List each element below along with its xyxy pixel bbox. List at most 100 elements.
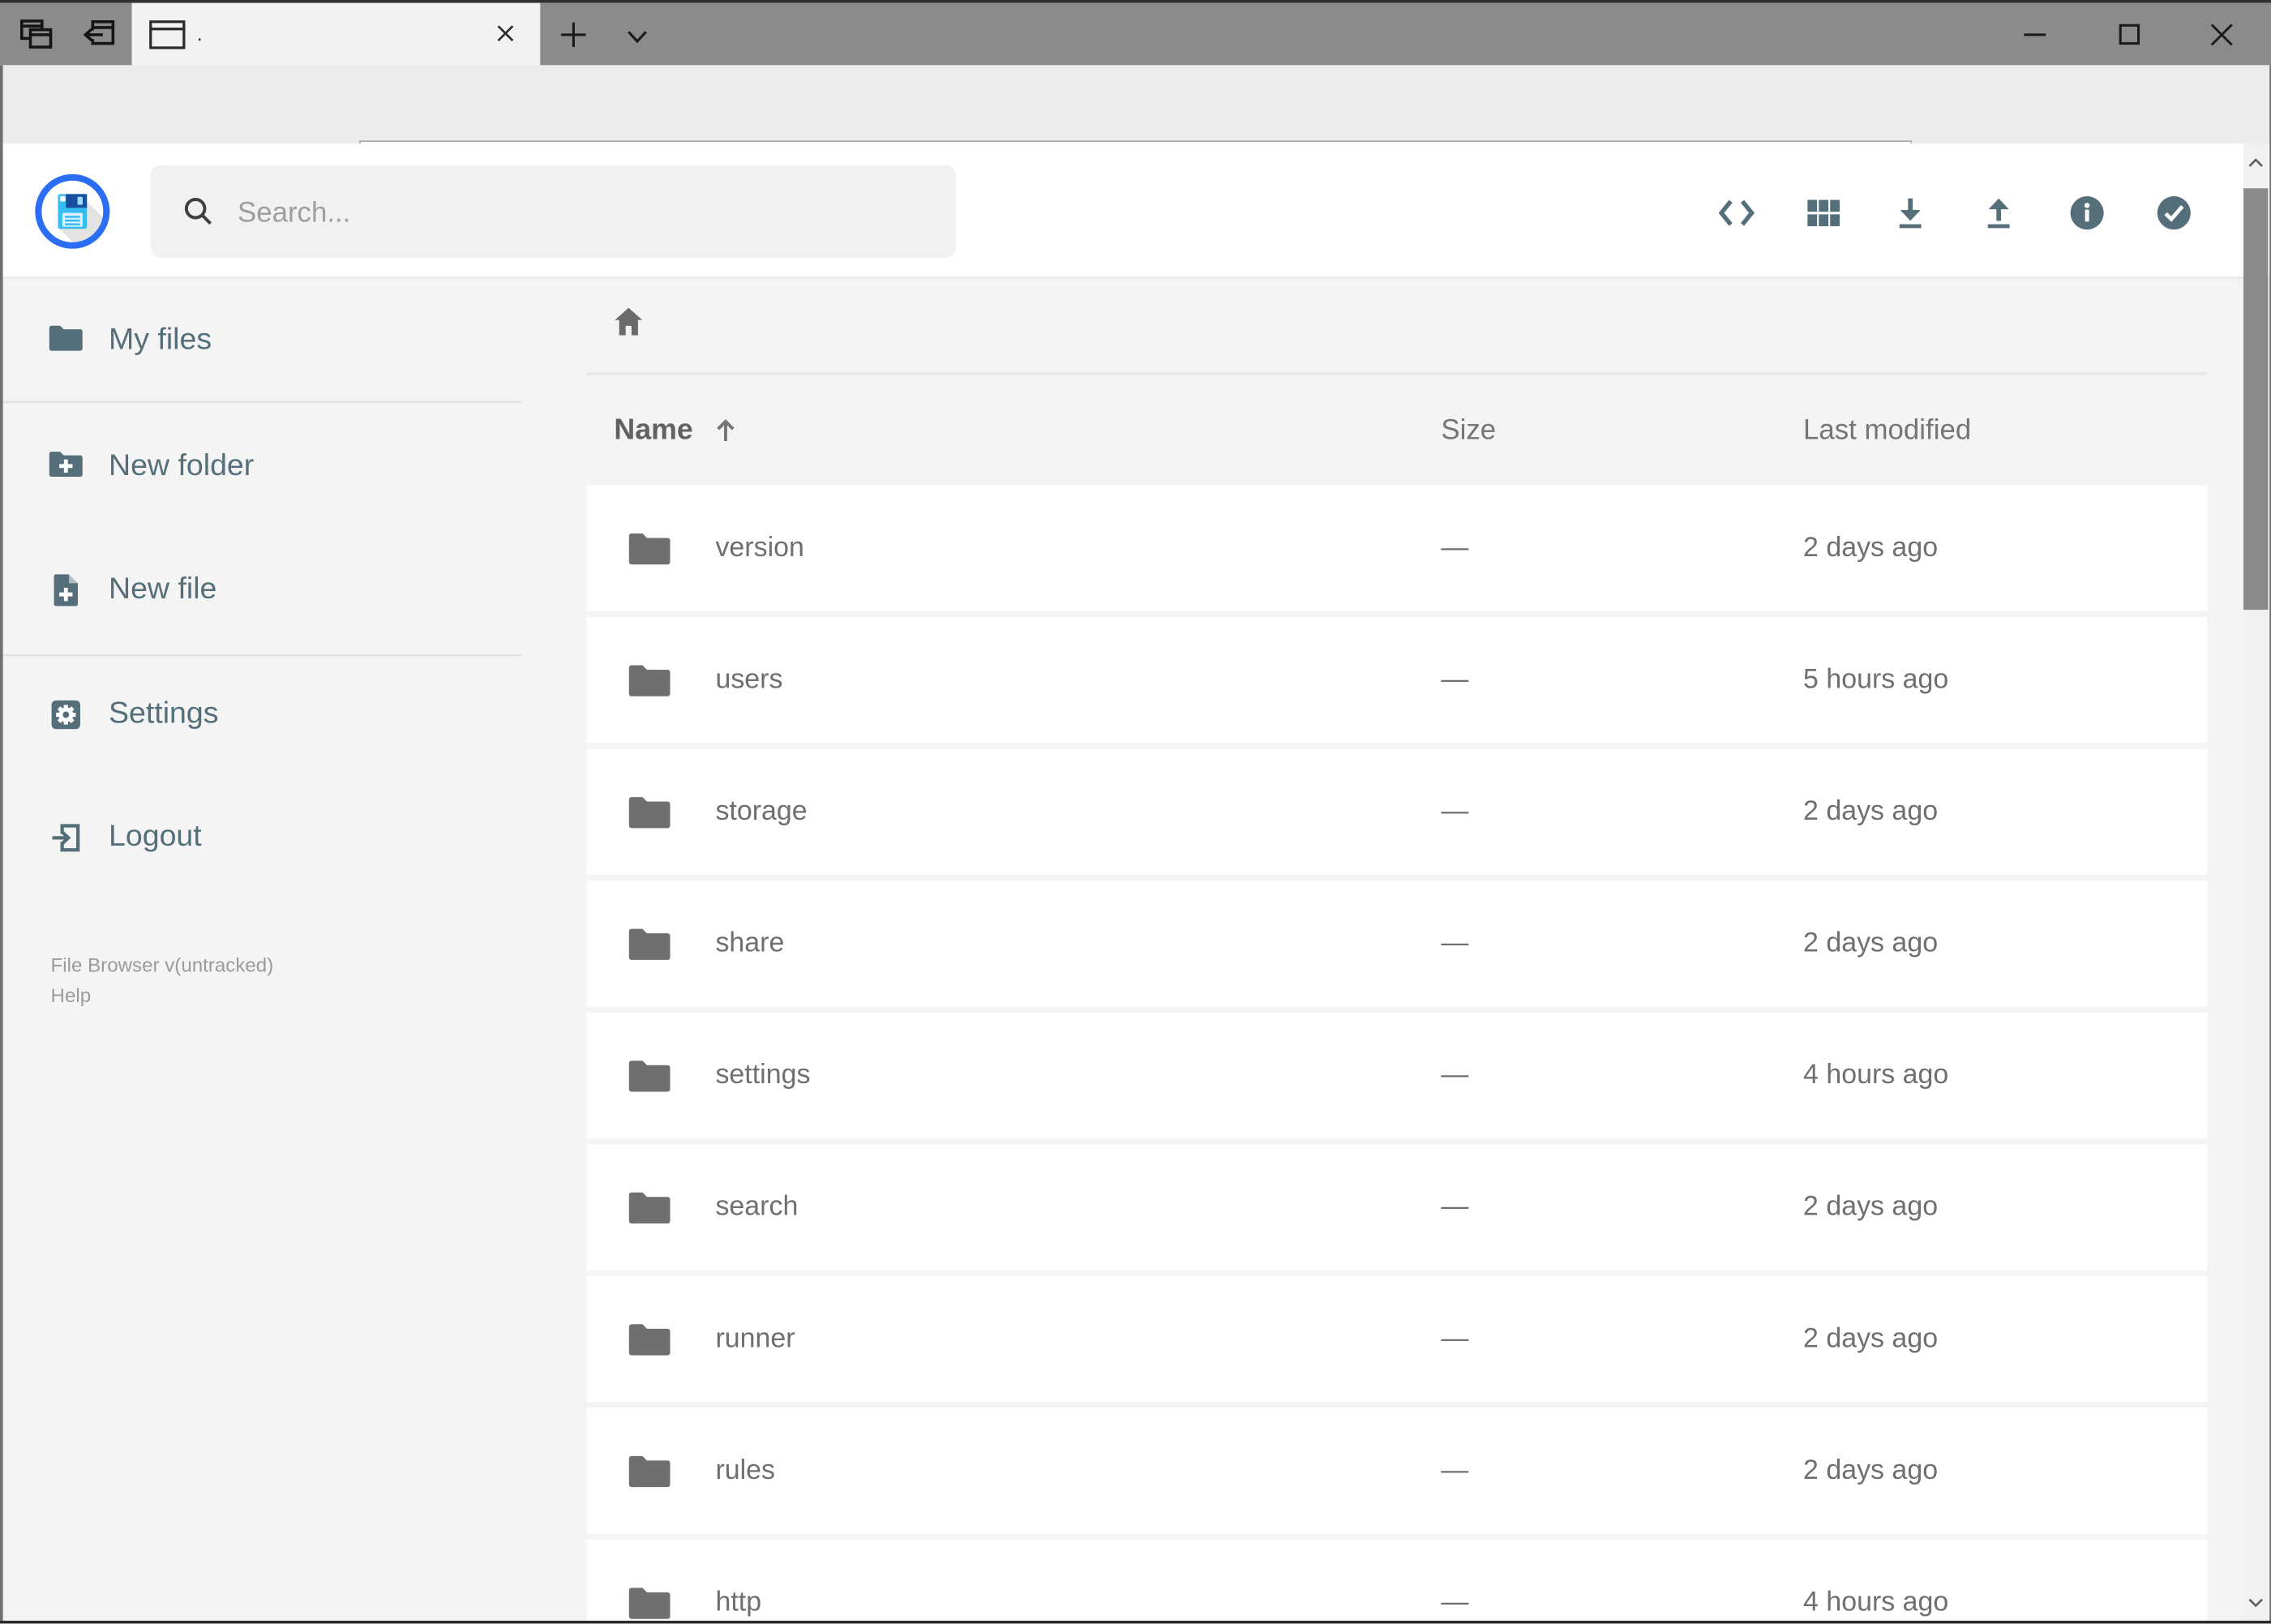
file-modified: 5 hours ago xyxy=(1803,664,1949,695)
tab-preview-icon[interactable] xyxy=(17,15,54,52)
sidebar-item-label: Logout xyxy=(108,820,202,854)
folder-icon xyxy=(627,1056,671,1094)
file-size: — xyxy=(1441,664,1469,695)
file-modified: 2 days ago xyxy=(1803,1191,1939,1222)
file-name: share xyxy=(715,928,785,958)
file-size: — xyxy=(1441,795,1469,827)
column-header-modified[interactable]: Last modified xyxy=(1803,413,1971,448)
minimize-icon[interactable] xyxy=(2020,22,2050,48)
window-left-border xyxy=(0,65,2,1621)
title-bar: . xyxy=(0,2,2271,66)
folder-icon xyxy=(627,793,671,830)
app-body: My files New folder New file Settings Lo… xyxy=(0,276,2271,1621)
browser-tab[interactable]: . xyxy=(131,2,541,66)
table-row[interactable]: storage — 2 days ago xyxy=(586,748,2208,875)
table-row[interactable]: share — 2 days ago xyxy=(586,881,2208,1007)
scrollbar-thumb[interactable] xyxy=(2243,188,2269,611)
file-name: storage xyxy=(715,795,808,827)
file-size: — xyxy=(1441,532,1469,563)
sidebar: My files New folder New file Settings Lo… xyxy=(0,276,586,1621)
table-row[interactable]: settings — 4 hours ago xyxy=(586,1012,2208,1139)
sidebar-item-new-folder[interactable]: New folder xyxy=(0,426,565,507)
file-name: rules xyxy=(715,1455,776,1485)
scroll-up-icon[interactable] xyxy=(2243,144,2268,181)
column-header-size[interactable]: Size xyxy=(1441,413,1496,448)
grid-view-icon[interactable] xyxy=(1794,184,1852,242)
file-size: — xyxy=(1441,1322,1469,1354)
sidebar-footer: File Browser v(untracked) Help xyxy=(51,952,274,1011)
file-modified: 2 days ago xyxy=(1803,928,1939,958)
folder-icon xyxy=(627,529,671,567)
new-file-icon xyxy=(48,572,84,608)
file-modified: 4 hours ago xyxy=(1803,1059,1949,1091)
sidebar-divider xyxy=(0,654,522,657)
folder-icon xyxy=(627,1452,671,1489)
search-bar[interactable] xyxy=(150,165,956,261)
page-scrollbar[interactable] xyxy=(2243,143,2269,1621)
folder-icon xyxy=(627,1189,671,1226)
code-view-icon[interactable] xyxy=(1708,184,1765,242)
breadcrumb-divider xyxy=(586,372,2208,375)
breadcrumb-home-icon[interactable] xyxy=(610,302,647,340)
search-input[interactable] xyxy=(234,165,936,261)
column-header-label: Name xyxy=(614,413,693,446)
file-name: runner xyxy=(715,1322,795,1354)
file-size: — xyxy=(1441,928,1469,958)
maximize-icon[interactable] xyxy=(2115,22,2144,48)
file-name: version xyxy=(715,532,804,563)
sidebar-item-settings[interactable]: Settings xyxy=(0,674,565,755)
file-modified: 2 days ago xyxy=(1803,1455,1939,1485)
folder-icon xyxy=(627,925,671,962)
window-bottom-border xyxy=(0,1620,2271,1624)
sidebar-item-label: Settings xyxy=(108,696,219,731)
table-row[interactable]: search — 2 days ago xyxy=(586,1144,2208,1270)
folder-icon xyxy=(627,1583,671,1621)
column-header-label: Size xyxy=(1441,413,1497,446)
new-tab-icon[interactable] xyxy=(559,20,589,49)
tab-title: . xyxy=(196,23,203,45)
sidebar-item-label: New folder xyxy=(108,448,255,482)
table-row[interactable]: http — 4 hours ago xyxy=(586,1539,2208,1621)
close-window-icon[interactable] xyxy=(2207,22,2236,48)
table-row[interactable]: rules — 2 days ago xyxy=(586,1408,2208,1534)
select-check-icon[interactable] xyxy=(2145,184,2203,242)
sidebar-item-logout[interactable]: Logout xyxy=(0,796,565,877)
chevron-down-icon[interactable] xyxy=(626,28,649,45)
help-link[interactable]: Help xyxy=(51,981,274,1011)
info-icon[interactable] xyxy=(2058,184,2115,242)
folder-icon xyxy=(48,322,84,358)
folder-icon xyxy=(627,1320,671,1357)
app-version-text: File Browser v(untracked) xyxy=(50,954,274,977)
folder-icon xyxy=(627,661,671,698)
file-list: version — 2 days ago users — 5 hours ago… xyxy=(586,485,2208,1621)
set-tabs-aside-icon[interactable] xyxy=(79,15,117,52)
table-row[interactable]: runner — 2 days ago xyxy=(586,1275,2208,1403)
close-tab-icon[interactable] xyxy=(494,22,517,45)
sidebar-divider xyxy=(0,401,522,403)
file-modified: 4 hours ago xyxy=(1803,1586,1949,1618)
table-row[interactable]: users — 5 hours ago xyxy=(586,616,2208,743)
scroll-down-icon[interactable] xyxy=(2243,1583,2268,1620)
column-header-name[interactable]: Name xyxy=(614,413,742,448)
filebrowser-logo[interactable] xyxy=(35,174,110,249)
download-icon[interactable] xyxy=(1881,184,1939,242)
search-icon xyxy=(182,195,214,227)
sidebar-item-new-file[interactable]: New file xyxy=(0,549,565,630)
table-row[interactable]: version — 2 days ago xyxy=(586,485,2208,611)
file-listing-panel: Name Size Last modified version — 2 days… xyxy=(586,276,2240,1621)
arrow-up-icon xyxy=(710,414,742,446)
upload-icon[interactable] xyxy=(1969,184,2027,242)
file-size: — xyxy=(1441,1059,1469,1091)
column-header-label: Last modified xyxy=(1803,413,1972,446)
file-name: http xyxy=(715,1586,762,1618)
file-name: users xyxy=(715,664,783,695)
file-name: settings xyxy=(715,1059,811,1091)
browser-window: . Search... My files New folder New file… xyxy=(0,0,2271,1624)
settings-gear-icon xyxy=(48,696,84,732)
page-icon xyxy=(149,20,186,49)
sidebar-item-label: New file xyxy=(108,572,217,606)
file-size: — xyxy=(1441,1191,1469,1222)
file-name: search xyxy=(715,1191,799,1222)
file-modified: 2 days ago xyxy=(1803,1322,1939,1354)
sidebar-item-my-files[interactable]: My files xyxy=(0,300,565,381)
